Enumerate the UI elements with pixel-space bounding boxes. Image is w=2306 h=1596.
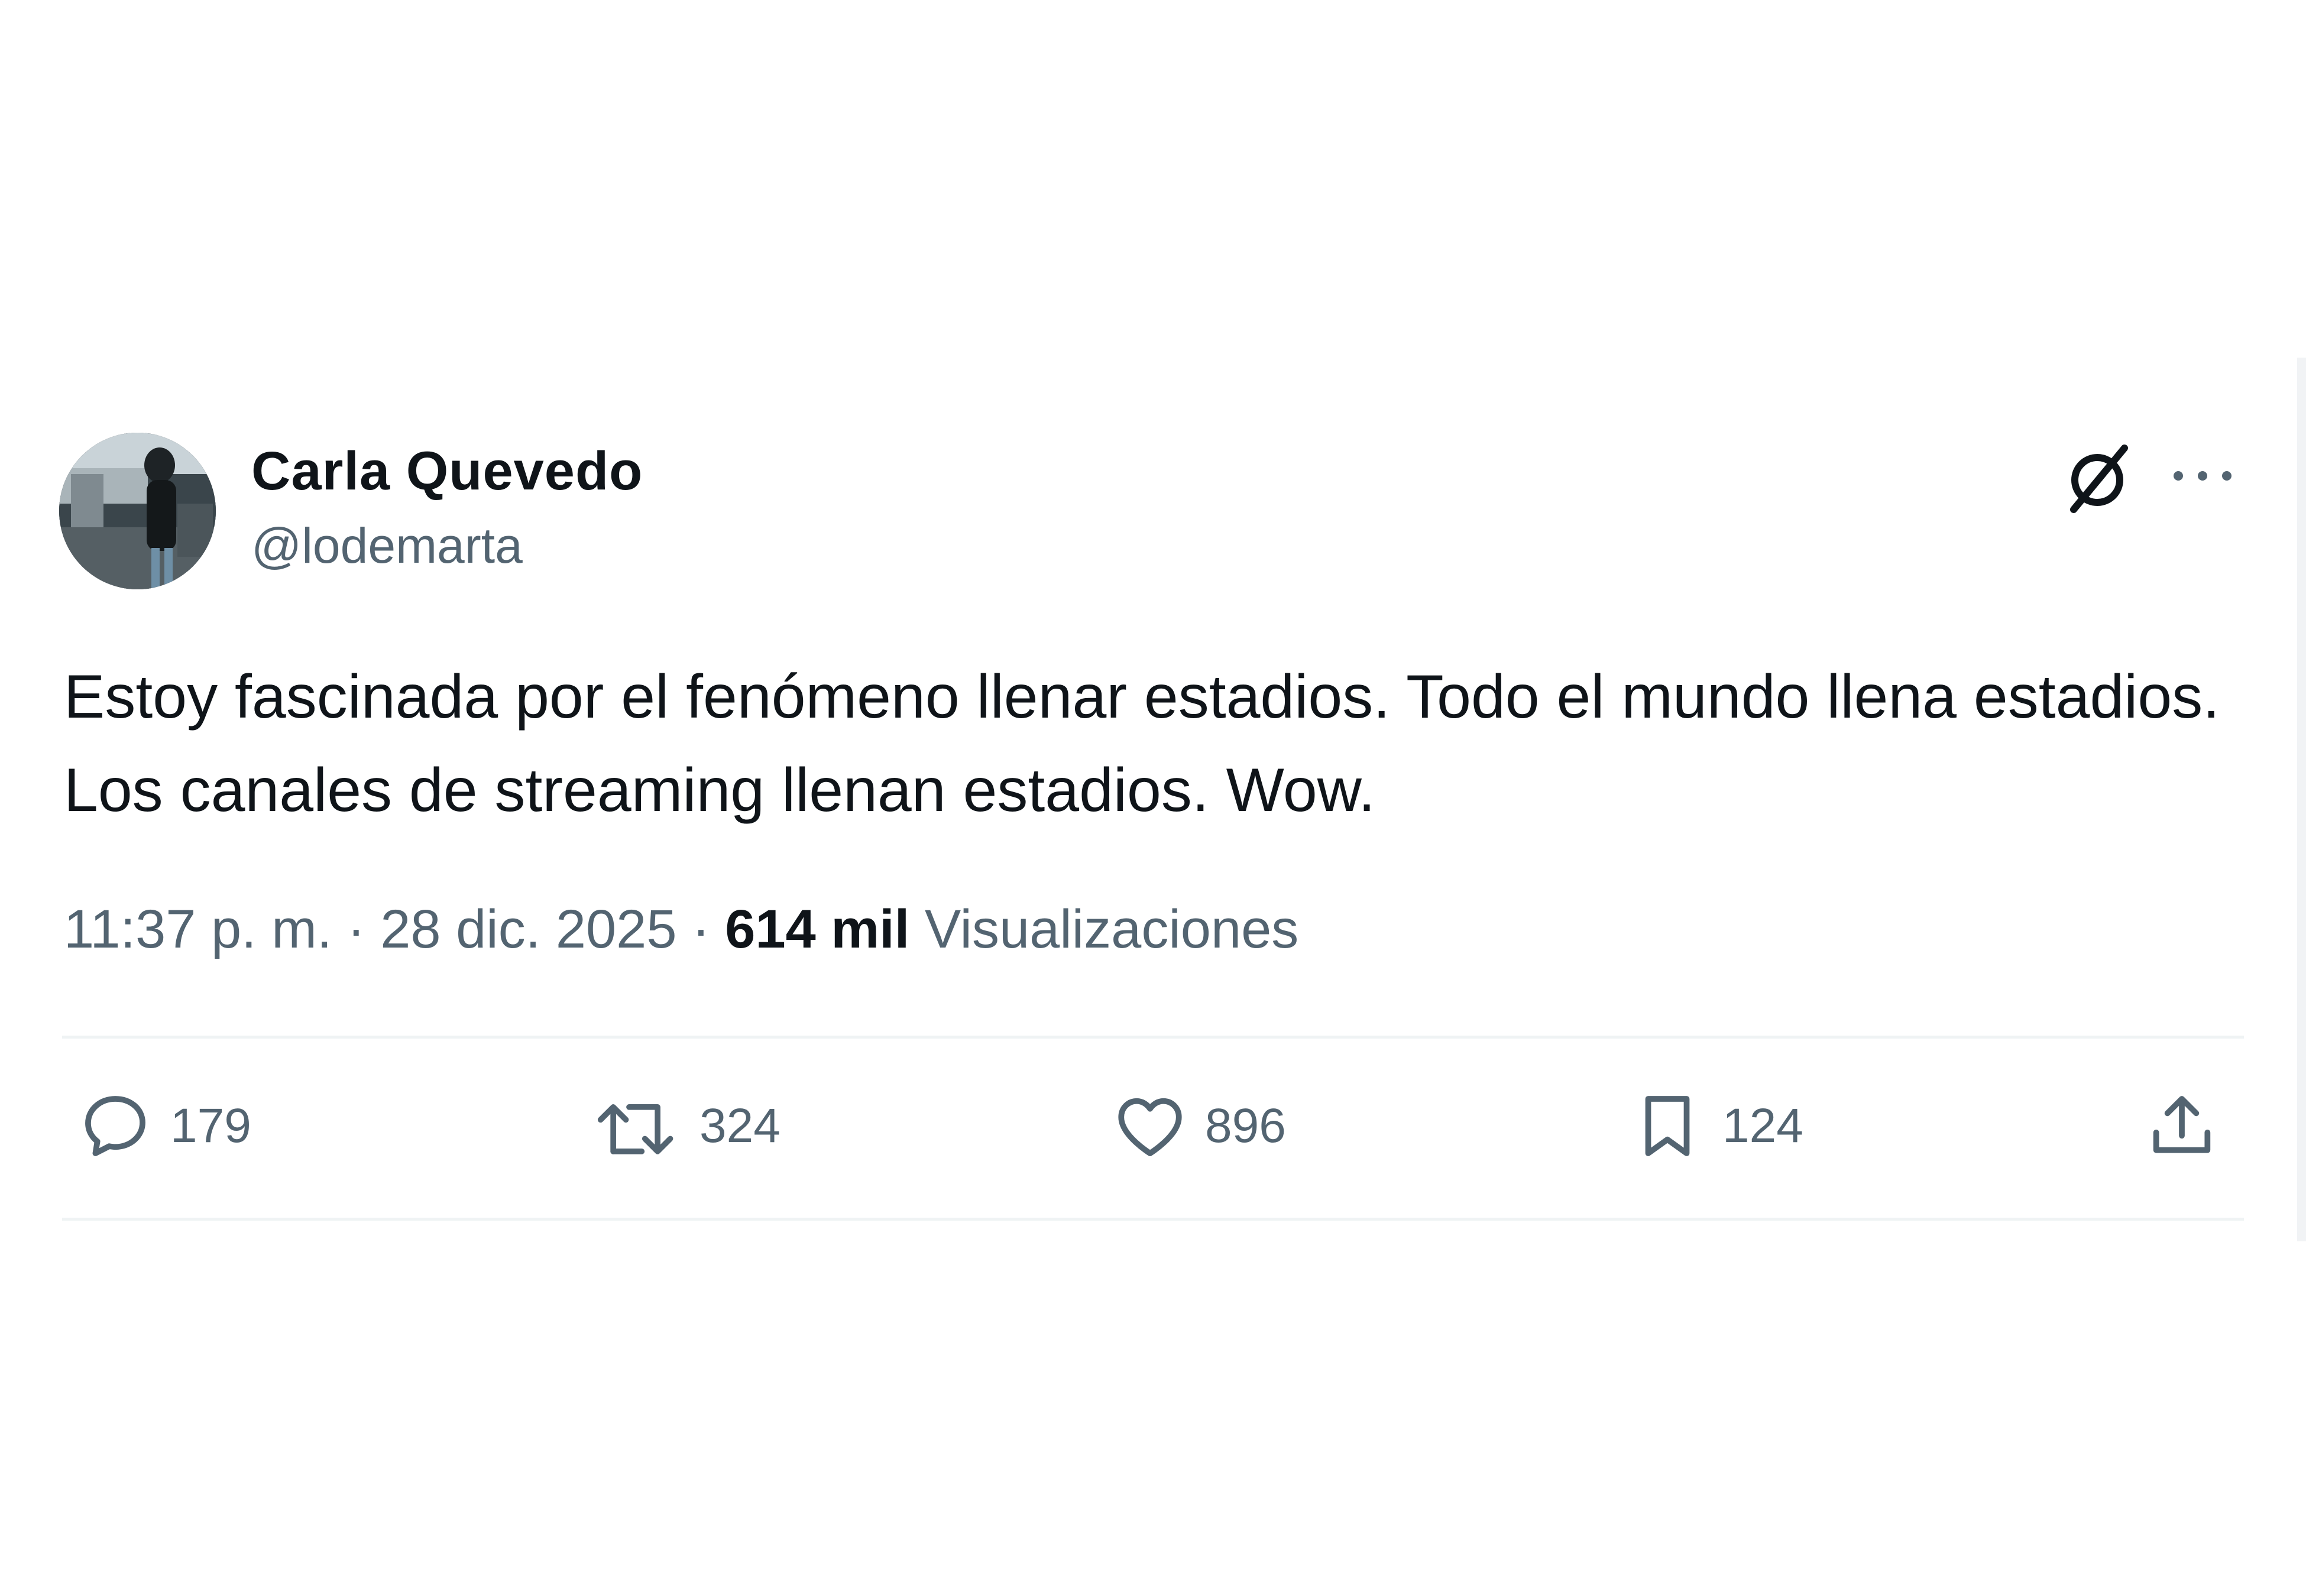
tweet-text: Estoy fascinada por el fenómeno llenar e… bbox=[64, 663, 2220, 825]
reply-icon bbox=[85, 1096, 145, 1156]
divider-top bbox=[62, 1036, 2244, 1039]
action-bar: 179 324 896 124 bbox=[62, 1064, 2244, 1188]
retweet-button[interactable]: 324 bbox=[594, 1064, 780, 1188]
like-button[interactable]: 896 bbox=[1112, 1064, 1286, 1188]
avatar-photo bbox=[59, 433, 216, 589]
share-button[interactable] bbox=[2143, 1064, 2220, 1188]
divider-bottom bbox=[62, 1218, 2244, 1221]
retweet-count: 324 bbox=[699, 1099, 780, 1153]
share-icon bbox=[2153, 1096, 2211, 1153]
like-count: 896 bbox=[1205, 1099, 1286, 1153]
views-label[interactable]: Visualizaciones bbox=[925, 899, 1298, 959]
scrollbar-track[interactable] bbox=[2297, 358, 2306, 1241]
heart-icon bbox=[1118, 1098, 1182, 1156]
author-handle[interactable]: @lodemarta bbox=[251, 517, 523, 575]
meta-separator-2: · bbox=[676, 899, 726, 959]
views-count[interactable]: 614 mil bbox=[725, 899, 909, 959]
tweet-meta: 11:37 p. m. · 28 dic. 2025 · 614 mil Vis… bbox=[64, 898, 1298, 961]
retweet-icon bbox=[597, 1104, 673, 1154]
bookmark-icon bbox=[1645, 1096, 1690, 1156]
grok-icon[interactable] bbox=[2061, 443, 2135, 517]
tweet-time[interactable]: 11:37 p. m. bbox=[64, 899, 332, 959]
author-name[interactable]: Carla Quevedo bbox=[251, 440, 643, 502]
page: Carla Quevedo @lodemarta Estoy fascinada… bbox=[0, 0, 2306, 1596]
tweet-date[interactable]: 28 dic. 2025 bbox=[380, 899, 676, 959]
meta-separator: · bbox=[332, 899, 381, 959]
bookmark-button[interactable]: 124 bbox=[1629, 1064, 1803, 1188]
more-icon[interactable] bbox=[2170, 458, 2235, 494]
avatar[interactable] bbox=[59, 433, 216, 589]
bookmark-count: 124 bbox=[1722, 1099, 1803, 1153]
reply-button[interactable]: 179 bbox=[77, 1064, 251, 1188]
reply-count: 179 bbox=[170, 1099, 251, 1153]
